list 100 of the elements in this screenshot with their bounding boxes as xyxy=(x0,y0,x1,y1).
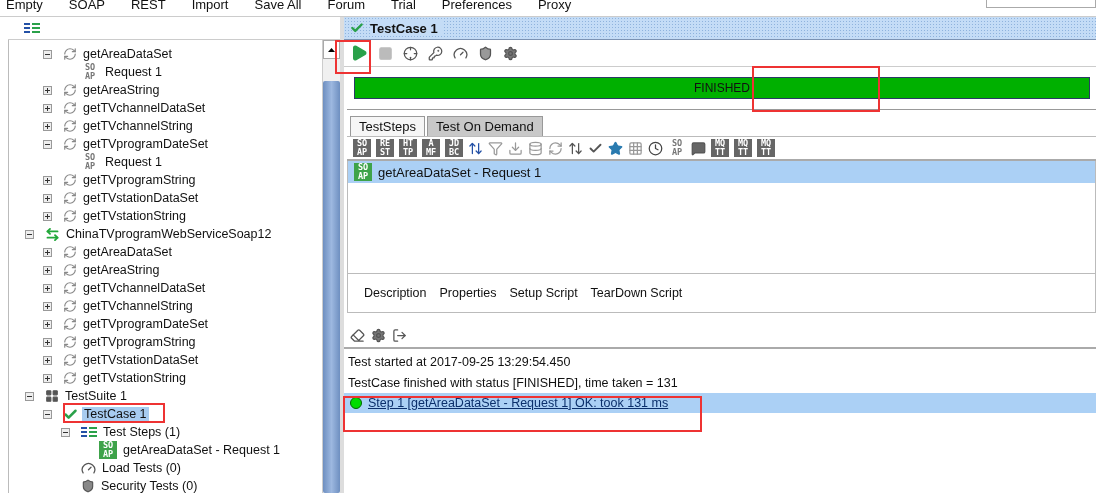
tree-item[interactable]: getTVstationString xyxy=(81,371,188,385)
step-row[interactable]: SO AP getAreaDataSet - Request 1 xyxy=(348,161,1095,183)
step-type-icon: A MF xyxy=(422,139,440,157)
expand-toggle[interactable] xyxy=(61,427,70,437)
menu-item[interactable]: Import xyxy=(191,0,229,11)
tab[interactable]: TestSteps xyxy=(350,116,426,136)
tree-item[interactable]: getAreaDataSet - Request 1 xyxy=(121,443,283,457)
refresh-icon xyxy=(63,101,77,115)
expand-toggle[interactable] xyxy=(25,391,34,401)
tree-item[interactable]: getTVprogramDateSet xyxy=(81,317,211,331)
shield-icon[interactable] xyxy=(478,45,493,61)
result-link[interactable]: Step 1 [getAreaDataSet - Request 1] OK: took 131 ms xyxy=(368,396,669,410)
menu-item[interactable]: Save All xyxy=(254,0,302,11)
step-type-icon: HT TP xyxy=(399,139,417,157)
refresh-icon xyxy=(63,173,77,187)
result-row[interactable]: Step 1 [getAreaDataSet - Request 1] OK: took 131 ms xyxy=(344,393,1096,413)
tree-item[interactable]: getTVchannelDataSet xyxy=(81,101,208,115)
play-icon[interactable] xyxy=(350,44,368,62)
tree-item[interactable]: getTVstationDataSet xyxy=(81,191,201,205)
tab[interactable]: Test On Demand xyxy=(427,116,543,136)
expand-toggle[interactable] xyxy=(43,319,52,329)
filter-icon[interactable] xyxy=(488,140,503,156)
expand-toggle[interactable] xyxy=(43,193,52,203)
log-line: Test started at 2017-09-25 13:29:54.450 xyxy=(347,353,572,371)
expand-toggle[interactable] xyxy=(43,121,52,131)
soap-icon: SO AP xyxy=(99,441,117,459)
menu-item[interactable]: Preferences xyxy=(441,0,512,11)
menu-item[interactable]: SOAP xyxy=(68,0,105,11)
tree-item[interactable]: Request 1 xyxy=(103,155,164,169)
star-icon[interactable] xyxy=(608,140,623,156)
step-type-icon: MQ TT xyxy=(711,139,729,157)
grid-icon[interactable] xyxy=(628,140,643,156)
step-type-icon: SO AP xyxy=(668,139,686,157)
tree-item[interactable]: Load Tests (0) xyxy=(100,461,183,475)
arrow-up-icon[interactable] xyxy=(328,47,335,52)
expand-toggle[interactable] xyxy=(43,337,52,347)
expand-toggle[interactable] xyxy=(43,103,52,113)
tree-item[interactable]: Request 1 xyxy=(103,65,164,79)
tree-item[interactable]: getAreaDataSet xyxy=(81,245,174,259)
tree-item[interactable]: getAreaString xyxy=(81,263,162,277)
database-icon[interactable] xyxy=(528,140,543,156)
expand-toggle[interactable] xyxy=(43,49,52,59)
tab[interactable]: Setup Script xyxy=(509,286,578,300)
step-type-icon: MQ TT xyxy=(757,139,775,157)
menu-item[interactable]: Forum xyxy=(327,0,366,11)
expand-toggle[interactable] xyxy=(43,175,52,185)
shield-icon xyxy=(81,479,95,493)
menu-item[interactable]: Empty xyxy=(6,0,43,11)
key-icon[interactable] xyxy=(428,45,443,61)
tab[interactable]: Properties xyxy=(439,286,497,300)
gauge-icon[interactable] xyxy=(453,45,468,61)
refresh-icon[interactable] xyxy=(548,140,563,156)
expand-toggle[interactable] xyxy=(43,139,52,149)
tree-item[interactable]: TestCase 1 xyxy=(82,407,149,421)
progress-label: FINISHED xyxy=(693,81,751,95)
step-type-icon: JD BC xyxy=(445,139,463,157)
expand-toggle[interactable] xyxy=(43,373,52,383)
tree-item[interactable]: Security Tests (0) xyxy=(99,479,200,493)
refresh-icon xyxy=(63,299,77,313)
clock-icon[interactable] xyxy=(648,140,663,156)
expand-toggle[interactable] xyxy=(43,409,52,419)
search-field[interactable] xyxy=(986,0,1096,8)
tree-item[interactable]: getTVprogramDateSet xyxy=(81,137,211,151)
refresh-icon xyxy=(63,47,77,61)
soap-icon: SO AP xyxy=(81,153,99,171)
tree-item[interactable]: Test Steps (1) xyxy=(101,425,183,439)
expand-toggle[interactable] xyxy=(43,355,52,365)
export-icon[interactable] xyxy=(392,327,407,343)
tree-item[interactable]: getAreaDataSet xyxy=(81,47,174,61)
tree-item[interactable]: getTVchannelString xyxy=(81,299,195,313)
expand-toggle[interactable] xyxy=(25,229,34,239)
tree-item[interactable]: TestSuite 1 xyxy=(63,389,129,403)
expand-toggle[interactable] xyxy=(43,265,52,275)
tree-item[interactable]: getTVchannelDataSet xyxy=(81,281,208,295)
tree-item[interactable]: getAreaString xyxy=(81,83,162,97)
expand-toggle[interactable] xyxy=(43,283,52,293)
eraser-icon[interactable] xyxy=(350,327,365,343)
tree-item[interactable]: getTVprogramString xyxy=(81,173,198,187)
check-icon xyxy=(350,21,364,35)
tree-item[interactable]: getTVprogramString xyxy=(81,335,198,349)
tree-item[interactable]: ChinaTVprogramWebServiceSoap12 xyxy=(64,227,274,241)
menu-item[interactable]: Proxy xyxy=(537,0,572,11)
expand-toggle[interactable] xyxy=(43,211,52,221)
menu-item[interactable]: REST xyxy=(130,0,166,11)
tree-item[interactable]: getTVstationString xyxy=(81,209,188,223)
tab[interactable]: TearDown Script xyxy=(590,286,683,300)
settings-icon[interactable] xyxy=(371,327,386,343)
tree-item[interactable]: getTVchannelString xyxy=(81,119,195,133)
download-icon[interactable] xyxy=(508,140,523,156)
arrows-icon[interactable] xyxy=(568,140,583,156)
message-icon[interactable] xyxy=(691,140,706,156)
expand-toggle[interactable] xyxy=(43,301,52,311)
scrollbar[interactable] xyxy=(322,40,340,493)
expand-toggle[interactable] xyxy=(43,247,52,257)
menu-item[interactable]: Trial xyxy=(391,0,416,11)
tab[interactable]: Description xyxy=(364,286,427,300)
crosshair-icon[interactable] xyxy=(403,45,418,61)
tree-item[interactable]: getTVstationDataSet xyxy=(81,353,201,367)
expand-toggle[interactable] xyxy=(43,85,52,95)
settings-icon[interactable] xyxy=(503,45,518,61)
